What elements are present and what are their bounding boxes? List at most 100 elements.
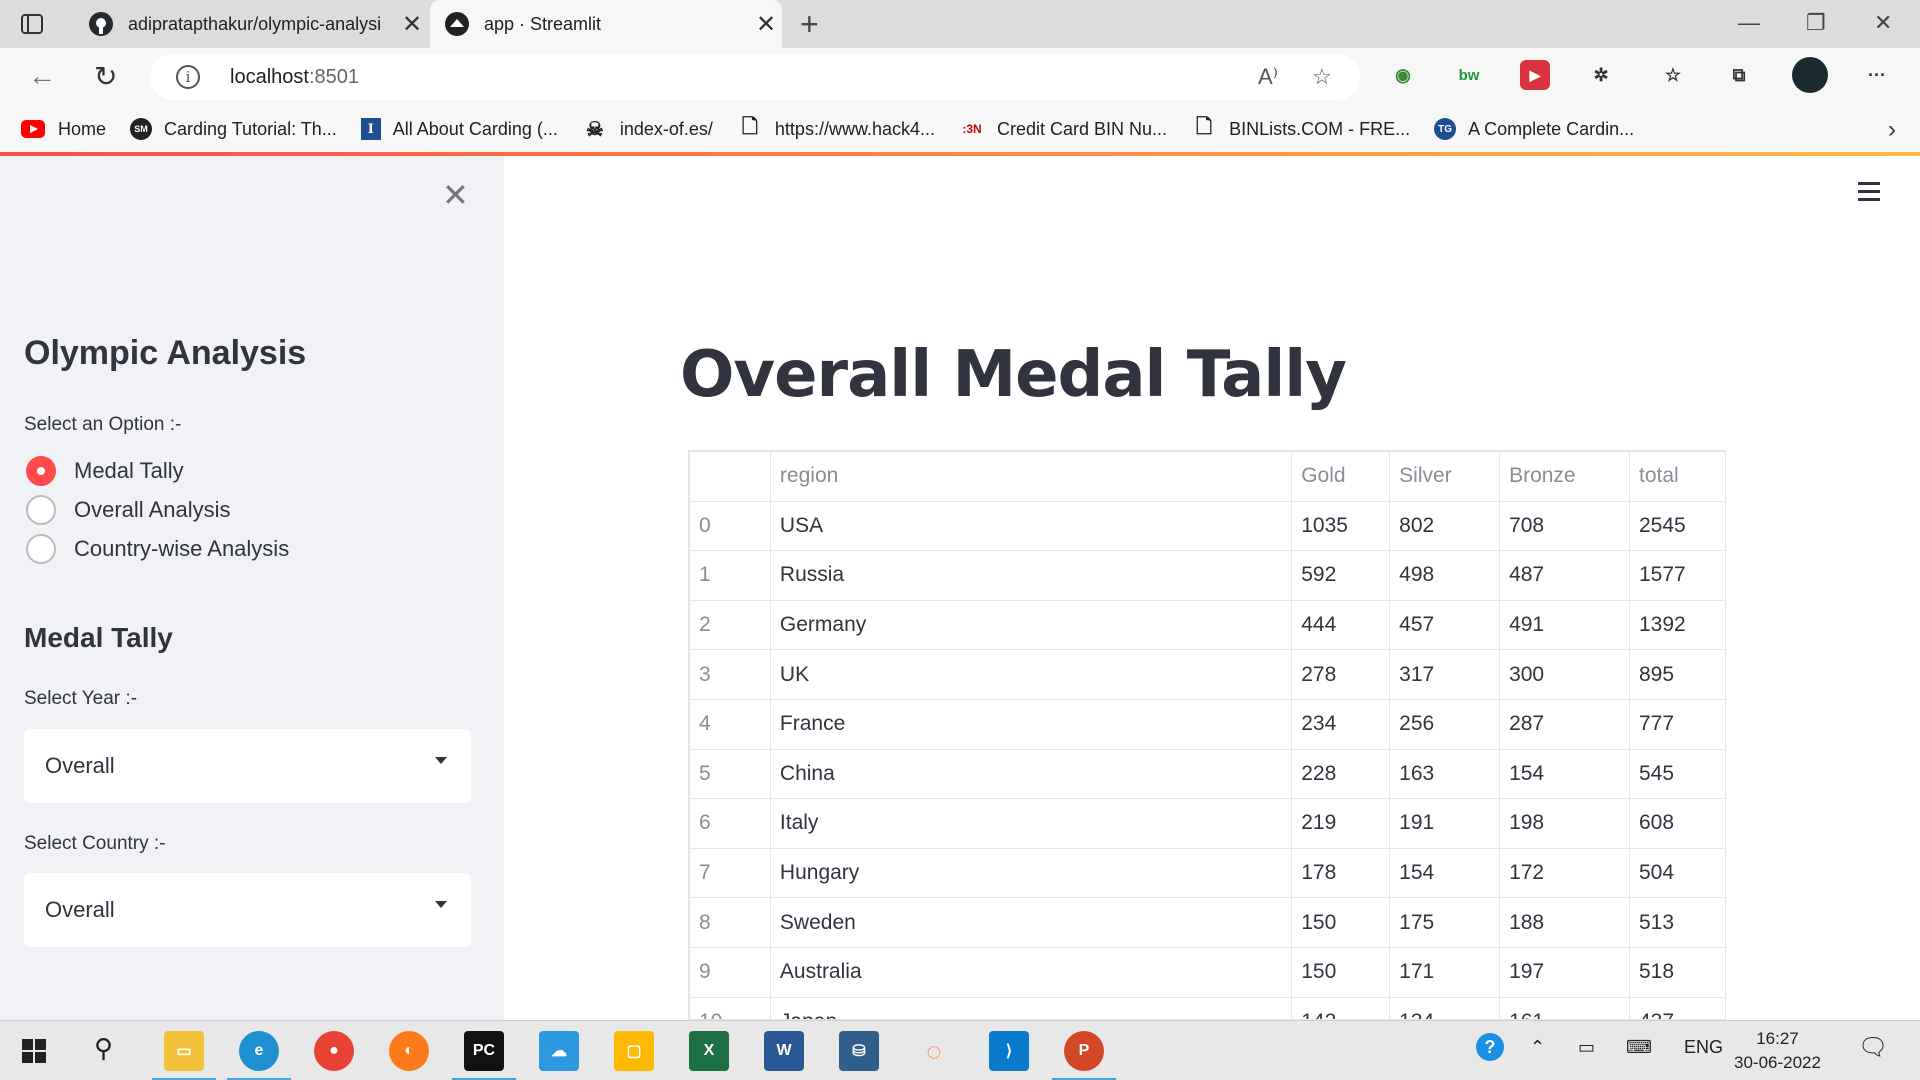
cell-bronze[interactable]: 487 bbox=[1499, 550, 1630, 601]
cell-silver[interactable]: 134 bbox=[1389, 996, 1501, 1019]
cell-gold[interactable]: 150 bbox=[1291, 897, 1391, 948]
cell-total[interactable]: 513 bbox=[1629, 897, 1725, 948]
favorites-icon[interactable]: ☆ bbox=[1658, 60, 1688, 90]
cell-total[interactable]: 437 bbox=[1629, 996, 1725, 1019]
column-header-region[interactable]: region bbox=[769, 451, 1293, 502]
powerpoint-icon[interactable]: P bbox=[1052, 1031, 1116, 1080]
medal-table[interactable]: region Gold Silver Bronze total 0 USA 1035… bbox=[688, 450, 1726, 1020]
cell-index[interactable]: 0 bbox=[689, 500, 771, 552]
table-row[interactable]: 5 China 228 163 154 545 bbox=[689, 748, 1725, 800]
radio-overall-analysis[interactable]: Overall Analysis bbox=[26, 495, 231, 525]
profile-avatar[interactable] bbox=[1792, 57, 1828, 93]
radio-country-wise-analysis[interactable]: Country-wise Analysis bbox=[26, 534, 289, 564]
table-row[interactable]: 6 Italy 219 191 198 608 bbox=[689, 798, 1725, 849]
cell-bronze[interactable]: 708 bbox=[1499, 500, 1630, 552]
column-header-gold[interactable]: Gold bbox=[1291, 451, 1391, 502]
refresh-icon[interactable]: ↻ bbox=[94, 60, 117, 93]
cell-bronze[interactable]: 300 bbox=[1499, 649, 1630, 700]
cell-bronze[interactable]: 172 bbox=[1499, 847, 1630, 899]
cell-region[interactable]: Germany bbox=[769, 599, 1293, 651]
hamburger-menu-icon[interactable] bbox=[1858, 182, 1880, 206]
cell-gold[interactable]: 278 bbox=[1291, 649, 1391, 700]
url-text[interactable]: localhost:8501 bbox=[230, 66, 359, 89]
chevron-up-icon[interactable]: ⌃ bbox=[1530, 1037, 1545, 1058]
bookmark-item[interactable]: SM Carding Tutorial: Th... bbox=[130, 118, 337, 140]
cell-silver[interactable]: 191 bbox=[1389, 798, 1501, 849]
windows-start-icon[interactable] bbox=[22, 1039, 46, 1063]
cell-gold[interactable]: 1035 bbox=[1291, 500, 1391, 552]
excel-icon[interactable]: X bbox=[689, 1031, 729, 1071]
cell-index[interactable]: 4 bbox=[689, 698, 771, 750]
onedrive-photos-icon[interactable]: ☁ bbox=[539, 1031, 579, 1071]
cell-silver[interactable]: 163 bbox=[1389, 748, 1501, 800]
cell-total[interactable]: 777 bbox=[1629, 698, 1725, 750]
cell-bronze[interactable]: 491 bbox=[1499, 599, 1630, 651]
table-row[interactable]: 8 Sweden 150 175 188 513 bbox=[689, 897, 1725, 948]
cell-gold[interactable]: 178 bbox=[1291, 847, 1391, 899]
cell-bronze[interactable]: 198 bbox=[1499, 798, 1630, 849]
info-icon[interactable]: i bbox=[176, 65, 200, 89]
bookmark-item[interactable]: :3N Credit Card BIN Nu... bbox=[959, 118, 1167, 140]
bookmark-item[interactable]: TG A Complete Cardin... bbox=[1434, 118, 1634, 140]
cell-index[interactable]: 2 bbox=[689, 599, 771, 651]
extension-bw-icon[interactable]: bw bbox=[1454, 60, 1484, 90]
cell-silver[interactable]: 171 bbox=[1389, 946, 1501, 998]
file-explorer-icon[interactable]: ▭ bbox=[152, 1031, 216, 1080]
cell-index[interactable]: 8 bbox=[689, 897, 771, 948]
cell-gold[interactable]: 228 bbox=[1291, 748, 1391, 800]
cell-silver[interactable]: 457 bbox=[1389, 599, 1501, 651]
cell-index[interactable]: 6 bbox=[689, 798, 771, 849]
notifications-icon[interactable]: 🗨 bbox=[1858, 1033, 1888, 1062]
bookmark-item[interactable]: 🗋 https://www.hack4... bbox=[737, 116, 935, 140]
jupyter-icon[interactable]: ◌ bbox=[914, 1031, 954, 1071]
extension-globe-icon[interactable]: ◉ bbox=[1388, 60, 1418, 90]
cell-silver[interactable]: 154 bbox=[1389, 847, 1501, 899]
edge-browser-icon[interactable]: e bbox=[227, 1031, 291, 1080]
cell-region[interactable]: China bbox=[769, 748, 1293, 800]
cell-index[interactable]: 9 bbox=[689, 946, 771, 998]
close-tab-icon[interactable]: ✕ bbox=[750, 10, 782, 39]
cell-region[interactable]: France bbox=[769, 698, 1293, 750]
close-window-icon[interactable]: ✕ bbox=[1874, 10, 1892, 36]
help-icon[interactable]: ? bbox=[1476, 1033, 1504, 1061]
table-row[interactable]: 9 Australia 150 171 197 518 bbox=[689, 946, 1725, 998]
cell-total[interactable]: 518 bbox=[1629, 946, 1725, 998]
year-select[interactable]: Overall bbox=[24, 729, 471, 803]
cell-region[interactable]: Hungary bbox=[769, 847, 1293, 899]
cell-bronze[interactable]: 197 bbox=[1499, 946, 1630, 998]
extension-record-icon[interactable]: ▶ bbox=[1520, 60, 1550, 90]
cell-gold[interactable]: 142 bbox=[1291, 996, 1391, 1019]
cell-silver[interactable]: 175 bbox=[1389, 897, 1501, 948]
cell-gold[interactable]: 592 bbox=[1291, 550, 1391, 601]
bookmark-item[interactable]: 🗋 BINLists.COM - FRE... bbox=[1191, 116, 1410, 140]
cell-region[interactable]: Australia bbox=[769, 946, 1293, 998]
radio-medal-tally[interactable]: Medal Tally bbox=[26, 456, 184, 486]
collections-icon[interactable]: ⧉ bbox=[1724, 60, 1754, 90]
cell-bronze[interactable]: 188 bbox=[1499, 897, 1630, 948]
table-row[interactable]: 2 Germany 444 457 491 1392 bbox=[689, 599, 1725, 651]
cell-index[interactable]: 1 bbox=[689, 550, 771, 601]
cell-region[interactable]: Sweden bbox=[769, 897, 1293, 948]
table-row[interactable]: 1 Russia 592 498 487 1577 bbox=[689, 550, 1725, 601]
cell-region[interactable]: USA bbox=[769, 500, 1293, 552]
cell-bronze[interactable]: 161 bbox=[1499, 996, 1630, 1019]
cell-gold[interactable]: 219 bbox=[1291, 798, 1391, 849]
cell-silver[interactable]: 256 bbox=[1389, 698, 1501, 750]
sticky-app-icon[interactable]: ▢ bbox=[614, 1031, 654, 1071]
tab-github[interactable]: adipratapthakur/olympic-analysi ✕ bbox=[76, 0, 428, 48]
add-favorite-icon[interactable]: ☆ bbox=[1312, 64, 1332, 90]
cell-silver[interactable]: 317 bbox=[1389, 649, 1501, 700]
cell-index[interactable]: 7 bbox=[689, 847, 771, 899]
cell-gold[interactable]: 150 bbox=[1291, 946, 1391, 998]
keyboard-icon[interactable]: ⌨ bbox=[1626, 1037, 1652, 1058]
pycharm-icon[interactable]: PC bbox=[452, 1031, 516, 1080]
table-row[interactable]: 7 Hungary 178 154 172 504 bbox=[689, 847, 1725, 899]
cell-region[interactable]: UK bbox=[769, 649, 1293, 700]
bookmark-item[interactable]: Home bbox=[20, 118, 106, 140]
address-bar[interactable]: i localhost:8501 A⁾ ☆ bbox=[150, 54, 1360, 100]
cell-bronze[interactable]: 154 bbox=[1499, 748, 1630, 800]
word-icon[interactable]: W bbox=[764, 1031, 804, 1071]
table-row[interactable]: 3 UK 278 317 300 895 bbox=[689, 649, 1725, 700]
column-header-bronze[interactable]: Bronze bbox=[1499, 451, 1630, 502]
cell-index[interactable]: 3 bbox=[689, 649, 771, 700]
